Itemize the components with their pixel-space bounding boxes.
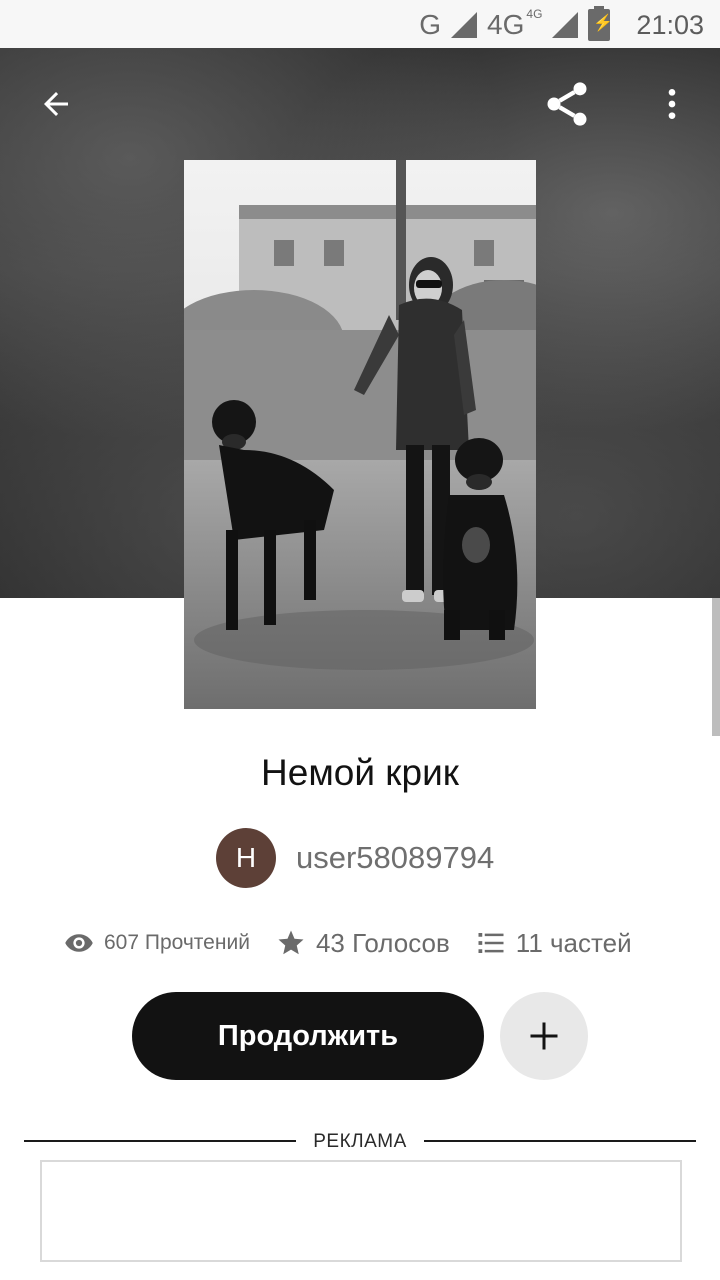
signal-icon	[451, 12, 478, 38]
battery-charging-icon: ⚡	[588, 6, 613, 41]
story-stats: 607 Прочтений 43 Голосов 11 частей	[64, 920, 632, 966]
plus-icon	[530, 1022, 558, 1050]
votes-stat: 43 Голосов	[276, 928, 450, 959]
votes-count: 43 Голосов	[315, 927, 450, 958]
clock: 21:03	[636, 9, 704, 40]
more-vertical-icon	[668, 89, 676, 119]
ad-divider-right	[424, 1140, 696, 1142]
continue-label: Продолжить	[217, 1019, 399, 1052]
ad-container[interactable]	[40, 1160, 682, 1262]
continue-reading-button[interactable]: Продолжить	[132, 992, 484, 1080]
author-name: user58089794	[296, 840, 495, 875]
signal-icon-2	[552, 12, 579, 38]
share-icon	[547, 82, 587, 126]
add-to-library-button[interactable]	[500, 992, 588, 1080]
eye-icon	[64, 928, 94, 958]
parts-stat: 11 частей	[476, 928, 632, 959]
author-link[interactable]: Н user58089794	[216, 828, 494, 888]
network-type-g: G	[419, 9, 442, 40]
network-type-4g: 4G	[487, 9, 525, 40]
more-options-button[interactable]	[642, 74, 702, 134]
star-icon	[276, 928, 306, 958]
arrow-left-icon	[44, 92, 68, 116]
book-cover-image[interactable]	[184, 160, 536, 709]
scroll-indicator	[712, 598, 720, 736]
story-title: Немой крик	[261, 752, 459, 793]
reads-count: 607 Прочтений	[104, 931, 250, 954]
back-button[interactable]	[26, 74, 86, 134]
ad-label: РЕКЛАМА	[313, 1131, 407, 1152]
status-bar: G 4G 4G ⚡ 21:03	[0, 0, 720, 48]
list-icon	[476, 928, 506, 958]
reads-stat: 607 Прочтений	[64, 928, 250, 958]
avatar: Н	[216, 828, 276, 888]
ad-divider-left	[24, 1140, 296, 1142]
network-type-4g-sup: 4G	[526, 7, 543, 21]
parts-count: 11 частей	[515, 927, 632, 958]
share-button[interactable]	[537, 74, 597, 134]
